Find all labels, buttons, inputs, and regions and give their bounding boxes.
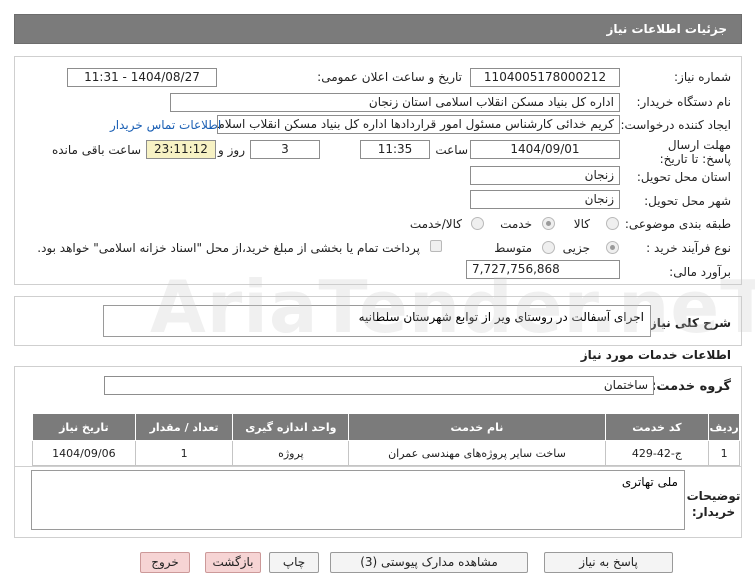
category-service-radio[interactable]	[542, 217, 555, 230]
creator-label: ایجاد کننده درخواست:	[620, 118, 731, 132]
city-label: شهر محل تحویل:	[644, 194, 731, 208]
col-date: تاریخ نیاز	[32, 413, 136, 441]
cell-row: 1	[708, 440, 740, 466]
city-field: زنجان	[470, 190, 620, 209]
process-medium-label: متوسط	[494, 241, 532, 255]
days-field: 3	[250, 140, 320, 159]
watermark-text: AriaTender.neT	[150, 265, 755, 349]
watermark-logo: AriaTender.neT	[150, 265, 755, 349]
services-section-title: اطلاعات خدمات مورد نیاز	[580, 348, 731, 362]
col-code: کد خدمت	[604, 413, 710, 441]
buyer-label: نام دستگاه خریدار:	[636, 95, 732, 109]
back-button[interactable]: بازگشت	[205, 552, 261, 573]
table-row: 1 ج-42-429 ساخت سایر پروژه‌های مهندسی عم…	[32, 440, 740, 466]
deadline-time-label: ساعت	[435, 143, 468, 157]
col-name: نام خدمت	[348, 413, 606, 441]
exit-button[interactable]: خروج	[140, 552, 190, 573]
province-label: استان محل تحویل:	[636, 170, 731, 184]
treasury-payment-checkbox[interactable]	[430, 240, 442, 252]
buyer-notes-textarea[interactable]: ملی تهاتری	[31, 470, 685, 530]
table-header-row: ردیف کد خدمت نام خدمت واحد اندازه گیری ت…	[32, 413, 740, 441]
view-documents-button[interactable]: مشاهده مدارک پیوستی (3)	[330, 552, 528, 573]
category-goods-service-radio[interactable]	[471, 217, 484, 230]
category-goods-radio[interactable]	[606, 217, 619, 230]
announce-label: تاریخ و ساعت اعلان عمومی:	[317, 70, 462, 84]
cell-qty: 1	[134, 440, 234, 466]
process-medium-radio[interactable]	[542, 241, 555, 254]
province-field: زنجان	[470, 166, 620, 185]
col-row: ردیف	[708, 413, 740, 441]
creator-field: کریم خدائی کارشناس مسئول امور قراردادها …	[217, 115, 620, 134]
process-partial-radio[interactable]	[606, 241, 619, 254]
reply-button[interactable]: پاسخ به نیاز	[544, 552, 673, 573]
category-goods-label: کالا	[573, 217, 590, 231]
print-button[interactable]: چاپ	[269, 552, 319, 573]
col-unit: واحد اندازه گیری	[232, 413, 350, 441]
buyer-notes-label: توضیحات خریدار:	[686, 489, 741, 519]
buyer-field: اداره کل بنیاد مسکن انقلاب اسلامی استان …	[170, 93, 620, 112]
cell-date: 1404/09/06	[32, 440, 136, 466]
remaining-label: ساعت باقی مانده	[51, 143, 141, 157]
need-number-label: شماره نیاز:	[674, 70, 731, 84]
buyer-contact-link[interactable]: اطلاعات تماس خریدار	[110, 118, 221, 132]
remaining-time-field: 23:11:12	[146, 140, 216, 159]
service-group-field: ساختمان	[104, 376, 654, 395]
service-group-label: گروه خدمت:	[651, 379, 731, 394]
category-service-label: خدمت	[500, 217, 532, 231]
deadline-date-field: 1404/09/01	[470, 140, 620, 159]
deadline-label: مهلت ارسال پاسخ: تا تاریخ:	[659, 138, 731, 166]
cell-code: ج-42-429	[604, 440, 710, 466]
deadline-time-field: 11:35	[360, 140, 430, 159]
category-label: طبقه بندی موضوعی:	[624, 217, 731, 231]
announce-field: 1404/08/27 - 11:31	[67, 68, 217, 87]
col-qty: تعداد / مقدار	[134, 413, 234, 441]
page-header: جزئیات اطلاعات نیاز	[14, 14, 742, 44]
process-partial-label: جزیی	[562, 241, 590, 255]
payment-note: پرداخت تمام یا بخشی از مبلغ خرید،از محل …	[37, 241, 420, 255]
process-label: نوع فرآیند خرید :	[646, 241, 731, 255]
days-label: روز و	[218, 143, 245, 157]
cell-name: ساخت سایر پروژه‌های مهندسی عمران	[348, 440, 606, 466]
page-title: جزئیات اطلاعات نیاز	[606, 22, 727, 36]
need-number-field: 1104005178000212	[470, 68, 620, 87]
cell-unit: پروژه	[232, 440, 350, 466]
category-goods-service-label: کالا/خدمت	[409, 217, 462, 231]
services-table: ردیف کد خدمت نام خدمت واحد اندازه گیری ت…	[32, 413, 740, 466]
